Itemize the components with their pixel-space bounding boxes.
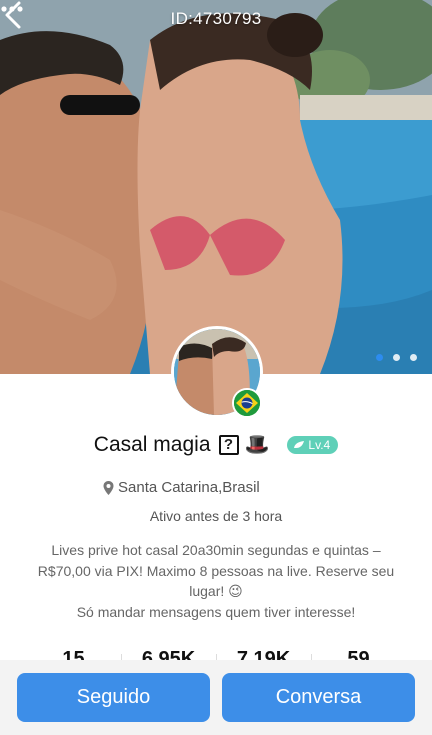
profile-name: Casal magia bbox=[93, 433, 211, 456]
name-row: Casal magia ? 🎩 Lv.4 bbox=[0, 433, 432, 457]
bio-line: R$70,00 via PIX! Maximo 8 pessoas na liv… bbox=[37, 562, 395, 579]
bio-line: Lives prive hot casal 20a30min segundas … bbox=[51, 542, 381, 558]
gallery-dot-2[interactable] bbox=[393, 354, 400, 361]
location-row: Santa Catarina,Brasil bbox=[103, 479, 260, 496]
bio-line: Só mandar mensagens quem tiver interesse… bbox=[76, 603, 356, 620]
photo-illustration bbox=[0, 0, 432, 374]
level-badge: Lv.4 bbox=[287, 436, 339, 454]
profile-photo[interactable]: ID:4730793 bbox=[0, 0, 432, 374]
location-pin-icon bbox=[103, 480, 114, 495]
gallery-pagination[interactable] bbox=[376, 354, 417, 361]
question-box-icon: ? bbox=[218, 435, 239, 455]
bio-text: Lives prive hot casal 20a30min segundas … bbox=[18, 540, 414, 622]
active-status: Ativo antes de 3 hora bbox=[149, 508, 283, 524]
location-text: Santa Catarina,Brasil bbox=[118, 479, 260, 496]
follow-button[interactable]: Seguido bbox=[17, 673, 210, 722]
top-bar: ID:4730793 bbox=[0, 0, 432, 40]
bio-line: lugar! 😉 bbox=[189, 583, 243, 599]
gallery-dot-1[interactable] bbox=[376, 354, 383, 361]
gallery-dot-3[interactable] bbox=[410, 354, 417, 361]
brazil-flag-icon bbox=[232, 388, 262, 418]
user-id-title: ID:4730793 bbox=[170, 9, 262, 28]
chat-button[interactable]: Conversa bbox=[222, 673, 415, 722]
bottom-action-bar: Seguido Conversa bbox=[0, 660, 432, 735]
leaf-icon bbox=[294, 441, 305, 448]
top-hat-icon: 🎩 bbox=[244, 434, 270, 456]
more-dots-icon[interactable] bbox=[0, 0, 24, 18]
level-label: Lv.4 bbox=[308, 438, 331, 452]
